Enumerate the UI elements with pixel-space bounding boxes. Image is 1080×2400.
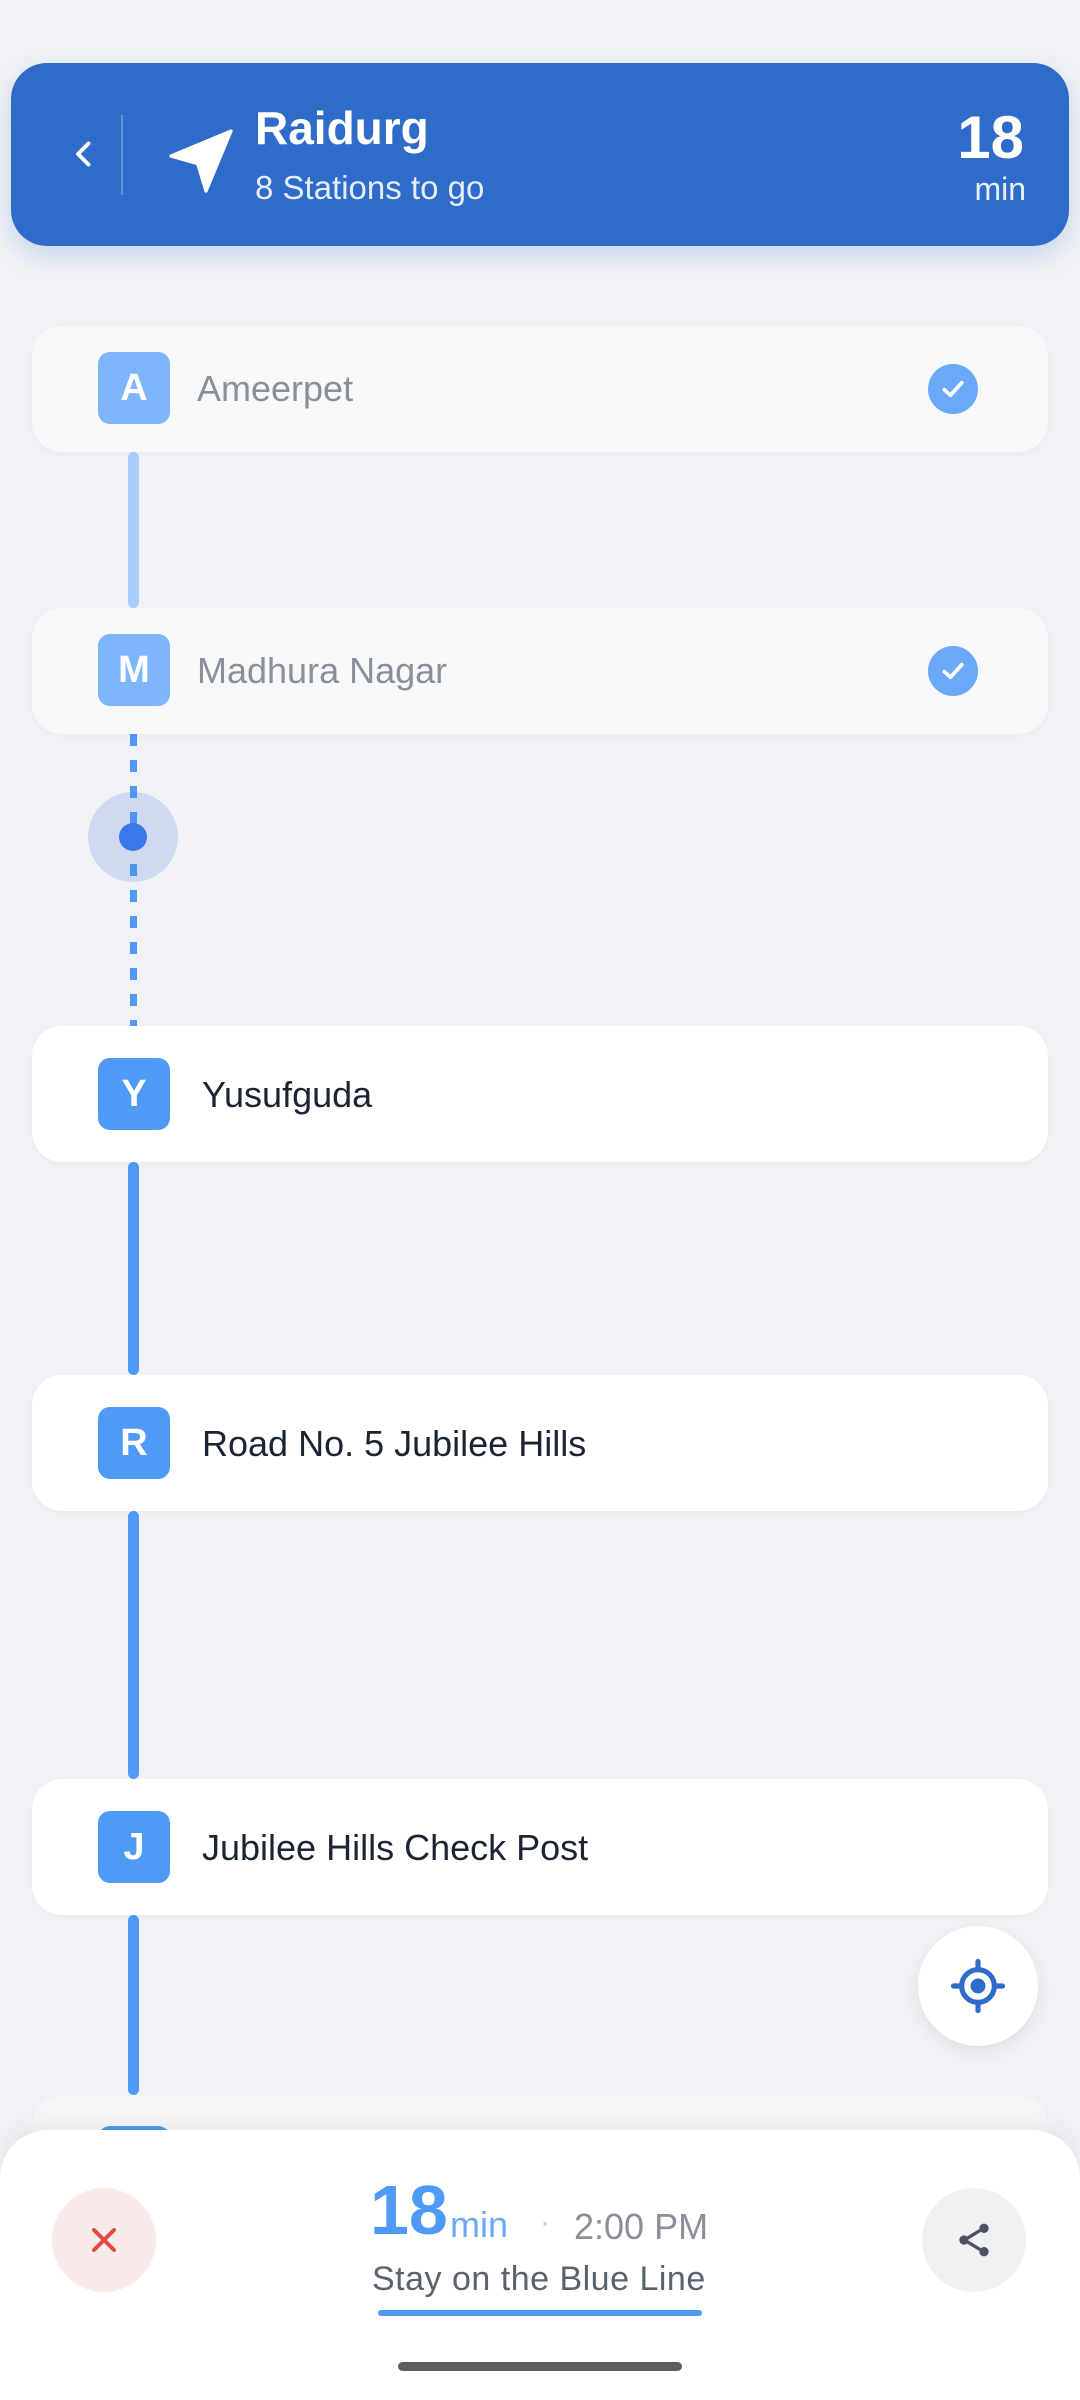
destination-title: Raidurg <box>255 102 429 154</box>
eta-unit: min <box>450 2204 509 2245</box>
crosshair-locate-icon <box>950 1958 1006 2014</box>
trip-bottom-sheet: 18 min · 2:00 PM Stay on the Blue Line <box>0 2130 1080 2400</box>
header-eta-unit: min <box>974 171 1026 207</box>
header-eta-value: 18 <box>957 104 1024 171</box>
close-icon <box>92 2228 116 2252</box>
chevron-left-icon <box>76 141 91 167</box>
end-trip-button[interactable] <box>52 2188 156 2292</box>
check-icon <box>928 364 978 414</box>
route-line <box>128 1162 139 1375</box>
station-card-jubilee-hills-check-post[interactable]: J Jubilee Hills Check Post <box>32 1779 1048 1915</box>
station-card-yusufguda[interactable]: Y Yusufguda <box>32 1026 1048 1162</box>
arrival-time: 2:00 PM <box>574 2206 709 2247</box>
station-card-road-no-5-jubilee-hills[interactable]: R Road No. 5 Jubilee Hills <box>32 1375 1048 1511</box>
station-badge: M <box>98 634 170 706</box>
locate-me-button[interactable] <box>918 1926 1038 2046</box>
station-name: Yusufguda <box>202 1074 373 1115</box>
stations-remaining: 8 Stations to go <box>255 169 485 206</box>
route-line <box>128 1511 139 1779</box>
station-badge: J <box>98 1811 170 1883</box>
eta-value: 18 <box>370 2171 448 2249</box>
station-badge: R <box>98 1407 170 1479</box>
trip-header: Raidurg 8 Stations to go 18 min <box>11 63 1069 246</box>
station-name: Jubilee Hills Check Post <box>202 1827 589 1868</box>
station-card-ameerpet[interactable]: A Ameerpet <box>32 326 1048 452</box>
station-name: Madhura Nagar <box>197 650 448 691</box>
navigation-arrow-icon <box>161 121 241 201</box>
station-name: Road No. 5 Jubilee Hills <box>202 1423 587 1464</box>
line-instruction: Stay on the Blue Line <box>372 2260 706 2298</box>
station-card-madhura-nagar[interactable]: M Madhura Nagar <box>32 608 1048 734</box>
line-color-indicator <box>378 2310 702 2316</box>
back-button[interactable] <box>49 119 119 189</box>
share-icon <box>959 2223 989 2257</box>
current-position-marker <box>119 823 147 851</box>
check-icon <box>928 646 978 696</box>
station-badge: Y <box>98 1058 170 1130</box>
route-line <box>128 1915 139 2095</box>
station-badge: A <box>98 352 170 424</box>
route-line-passed <box>128 452 139 608</box>
eta-separator: · <box>540 2206 550 2239</box>
station-name: Ameerpet <box>197 368 354 409</box>
header-divider <box>121 115 123 195</box>
home-indicator[interactable] <box>398 2362 682 2371</box>
eta-summary: 18 min · 2:00 PM <box>370 2170 770 2250</box>
share-button[interactable] <box>922 2188 1026 2292</box>
